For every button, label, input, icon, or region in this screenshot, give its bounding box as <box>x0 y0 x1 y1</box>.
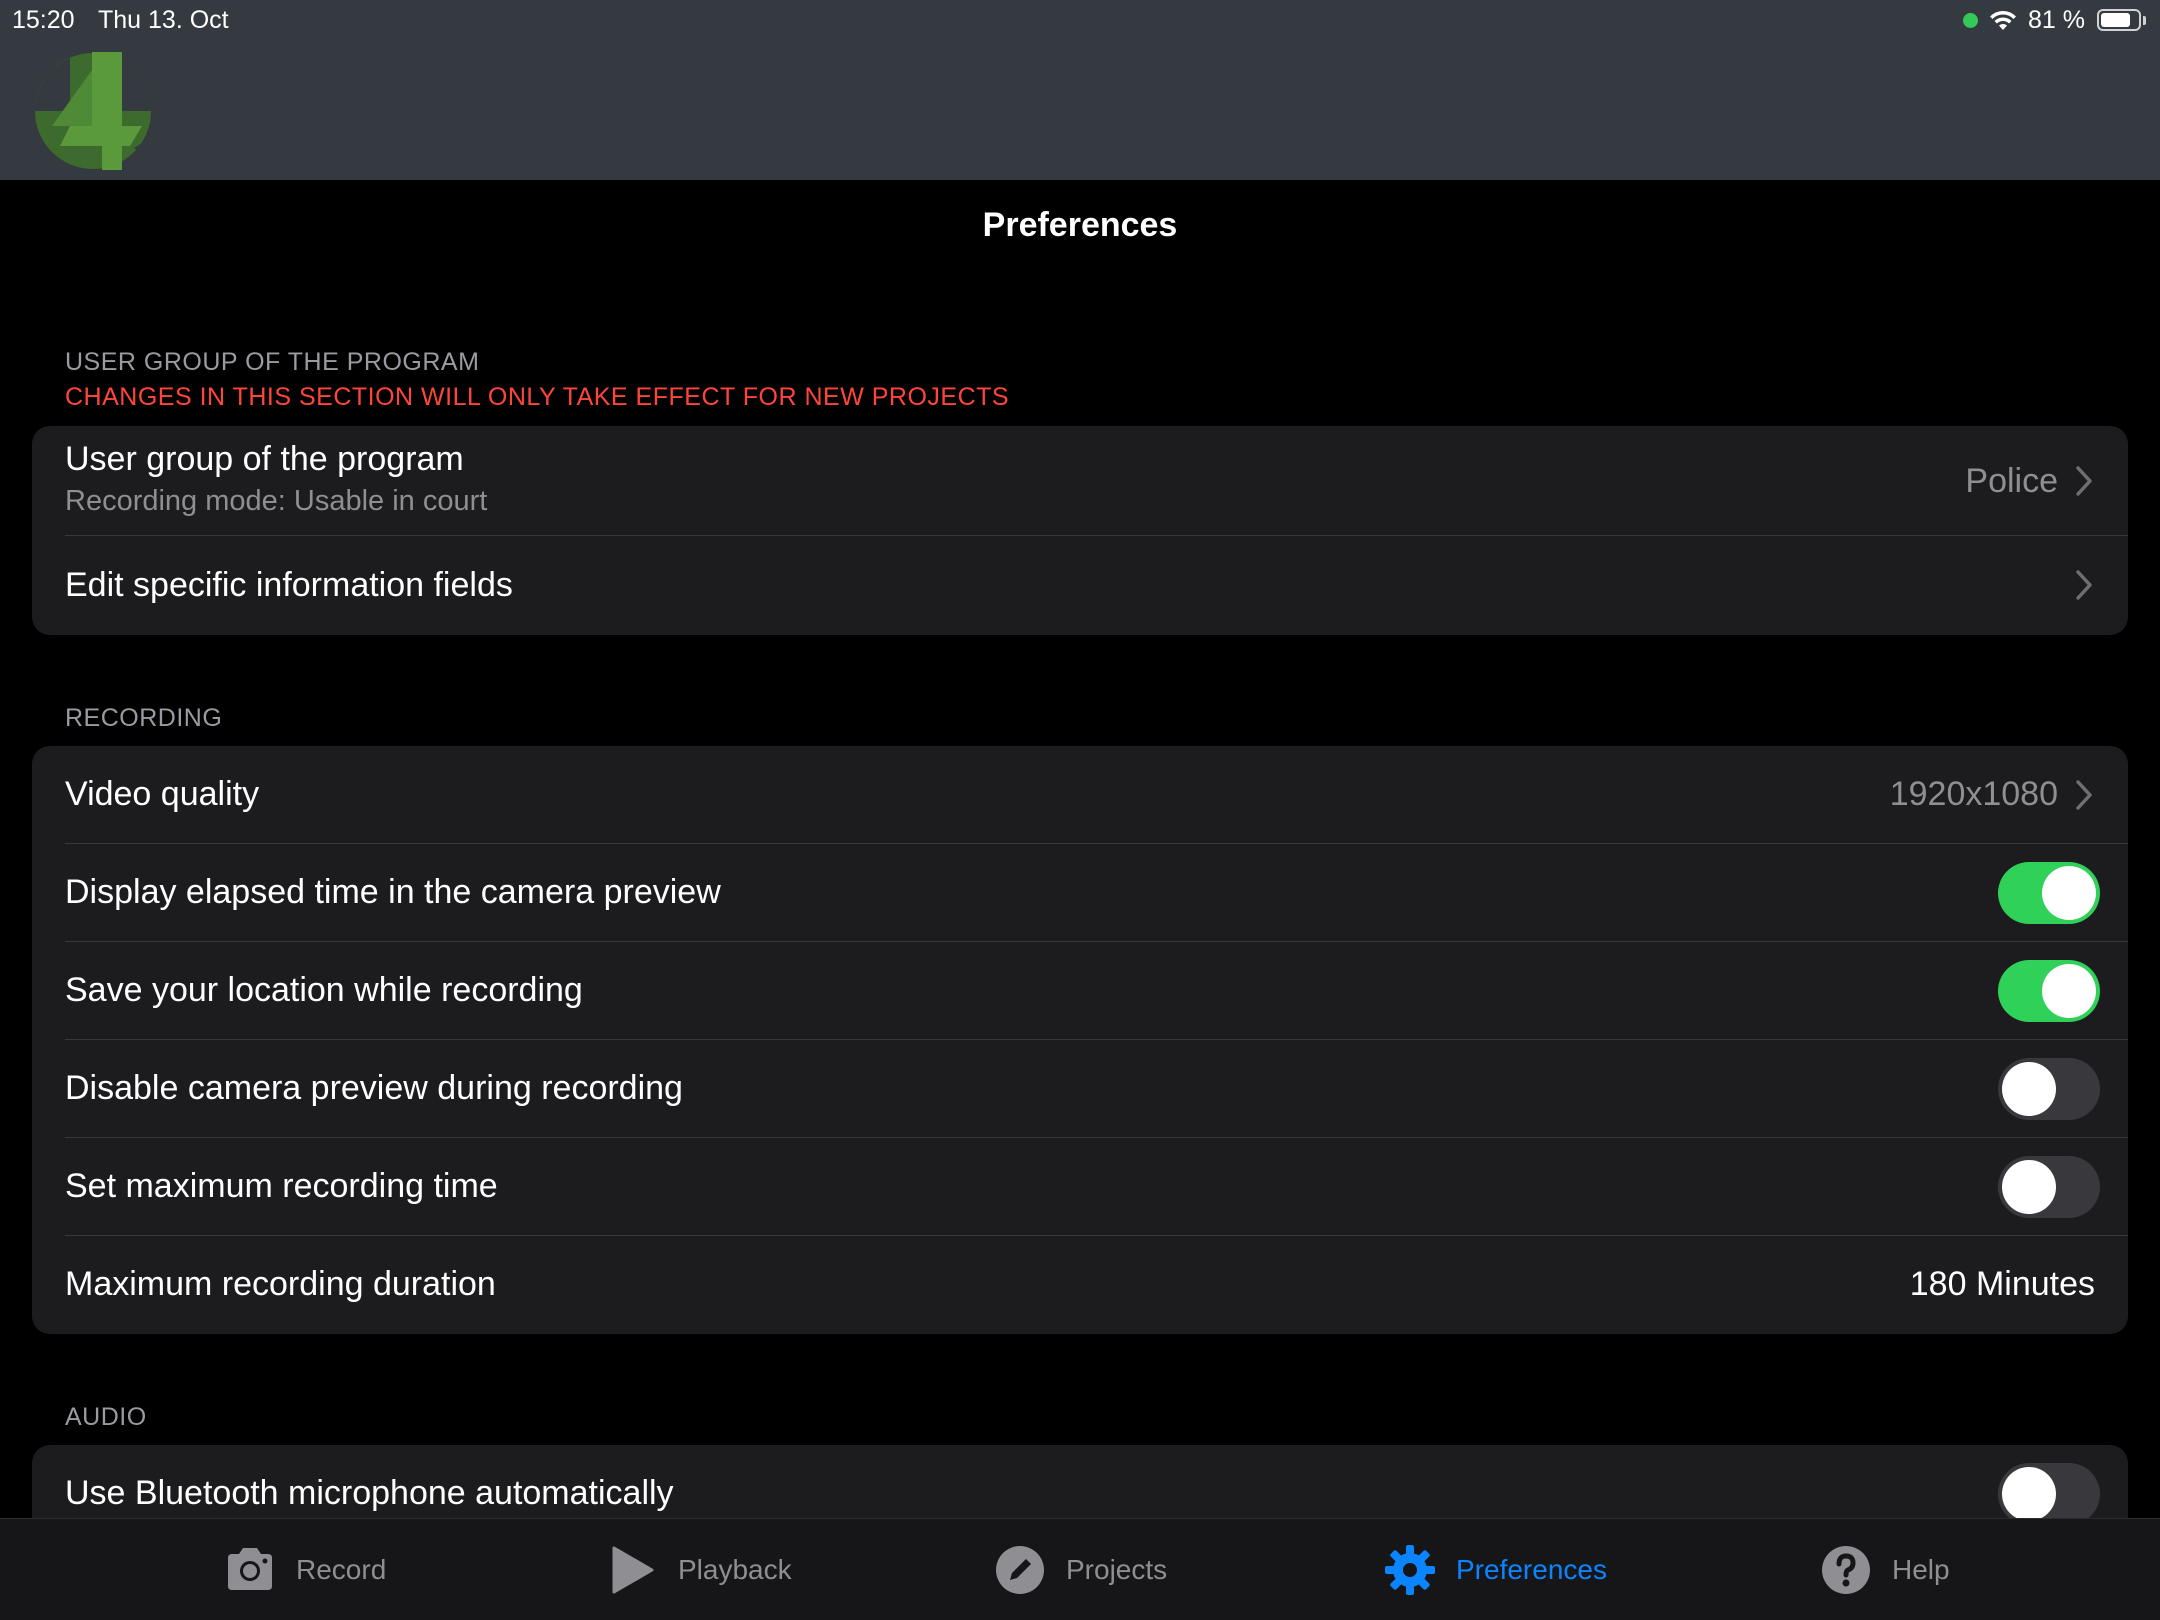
app-logo <box>35 52 156 170</box>
row-label: Maximum recording duration <box>65 1265 496 1303</box>
play-icon <box>612 1546 654 1594</box>
toggle-knob <box>2042 964 2096 1018</box>
row-label: Save your location while recording <box>65 971 583 1009</box>
row-label: Disable camera preview during recording <box>65 1069 683 1107</box>
row-label: User group of the program <box>65 440 464 478</box>
toggle-knob <box>2002 1160 2056 1214</box>
toggle-knob <box>2002 1062 2056 1116</box>
section-header-user-group: USER GROUP OF THE PROGRAM <box>65 348 480 376</box>
pencil-icon <box>996 1546 1044 1594</box>
row-label: Edit specific information fields <box>65 566 513 604</box>
row-disable-preview: Disable camera preview during recording <box>32 1040 2128 1138</box>
tab-label: Help <box>1892 1554 1950 1585</box>
tab-label: Projects <box>1066 1554 1168 1585</box>
tab-help[interactable]: Help <box>1818 1519 1950 1620</box>
microphone-indicator-icon <box>1963 12 1979 28</box>
row-edit-fields[interactable]: Edit specific information fields <box>32 536 2128 635</box>
save-location-toggle[interactable] <box>1998 960 2100 1022</box>
recording-card: Video quality 1920x1080 Display elapsed … <box>32 746 2128 1334</box>
wifi-icon <box>1990 10 2017 30</box>
elapsed-time-toggle[interactable] <box>1998 862 2100 924</box>
section-header-recording: RECORDING <box>65 704 223 732</box>
question-icon <box>1822 1546 1870 1594</box>
tab-preferences[interactable]: Preferences <box>1382 1519 1607 1620</box>
chevron-right-icon <box>2076 780 2092 810</box>
page-title: Preferences <box>982 206 1178 244</box>
max-duration-value: 180 Minutes <box>1909 1265 2095 1303</box>
status-time: 15:20 <box>12 6 75 34</box>
chevron-right-icon <box>2076 570 2092 600</box>
max-time-toggle[interactable] <box>1998 1156 2100 1218</box>
row-max-duration[interactable]: Maximum recording duration 180 Minutes <box>32 1236 2128 1334</box>
battery-level-fill <box>2101 13 2131 27</box>
row-label: Use Bluetooth microphone automatically <box>65 1474 674 1512</box>
tab-label: Preferences <box>1456 1554 1607 1585</box>
row-save-location: Save your location while recording <box>32 942 2128 1040</box>
toggle-knob <box>2042 866 2096 920</box>
row-video-quality[interactable]: Video quality 1920x1080 <box>32 746 2128 844</box>
row-sublabel: Recording mode: Usable in court <box>65 485 488 517</box>
top-header: 15:20 Thu 13. Oct 81 % <box>0 0 2160 180</box>
tab-playback[interactable]: Playback <box>604 1519 792 1620</box>
battery-icon <box>2097 9 2141 31</box>
row-elapsed-time: Display elapsed time in the camera previ… <box>32 844 2128 942</box>
row-max-time: Set maximum recording time <box>32 1138 2128 1236</box>
toggle-knob <box>2002 1467 2056 1521</box>
camera-icon <box>228 1548 272 1590</box>
chevron-right-icon <box>2076 466 2092 496</box>
status-indicators: 81 % <box>1963 5 2146 35</box>
video-quality-value: 1920x1080 <box>1889 775 2058 813</box>
user-group-value: Police <box>1965 462 2058 500</box>
row-label: Display elapsed time in the camera previ… <box>65 873 721 911</box>
disable-preview-toggle[interactable] <box>1998 1058 2100 1120</box>
row-user-group[interactable]: User group of the program Recording mode… <box>32 426 2128 536</box>
gear-icon <box>1385 1545 1435 1595</box>
tab-record[interactable]: Record <box>222 1519 386 1620</box>
row-label: Set maximum recording time <box>65 1167 498 1205</box>
section-warning: CHANGES IN THIS SECTION WILL ONLY TAKE E… <box>65 383 1010 411</box>
section-header-audio: AUDIO <box>65 1403 147 1431</box>
battery-tip <box>2143 15 2146 25</box>
status-date: Thu 13. Oct <box>98 6 229 34</box>
preferences-screen: 15:20 Thu 13. Oct 81 % Preferences USER … <box>0 0 2160 1620</box>
tab-label: Record <box>296 1554 387 1585</box>
tab-label: Playback <box>678 1554 792 1585</box>
bluetooth-mic-toggle[interactable] <box>1998 1463 2100 1525</box>
user-group-card: User group of the program Recording mode… <box>32 426 2128 635</box>
battery-percentage: 81 % <box>2028 5 2085 34</box>
tab-projects[interactable]: Projects <box>992 1519 1167 1620</box>
row-label: Video quality <box>65 775 260 813</box>
tab-bar: Record Playback Projects Preferences Hel… <box>0 1518 2160 1620</box>
